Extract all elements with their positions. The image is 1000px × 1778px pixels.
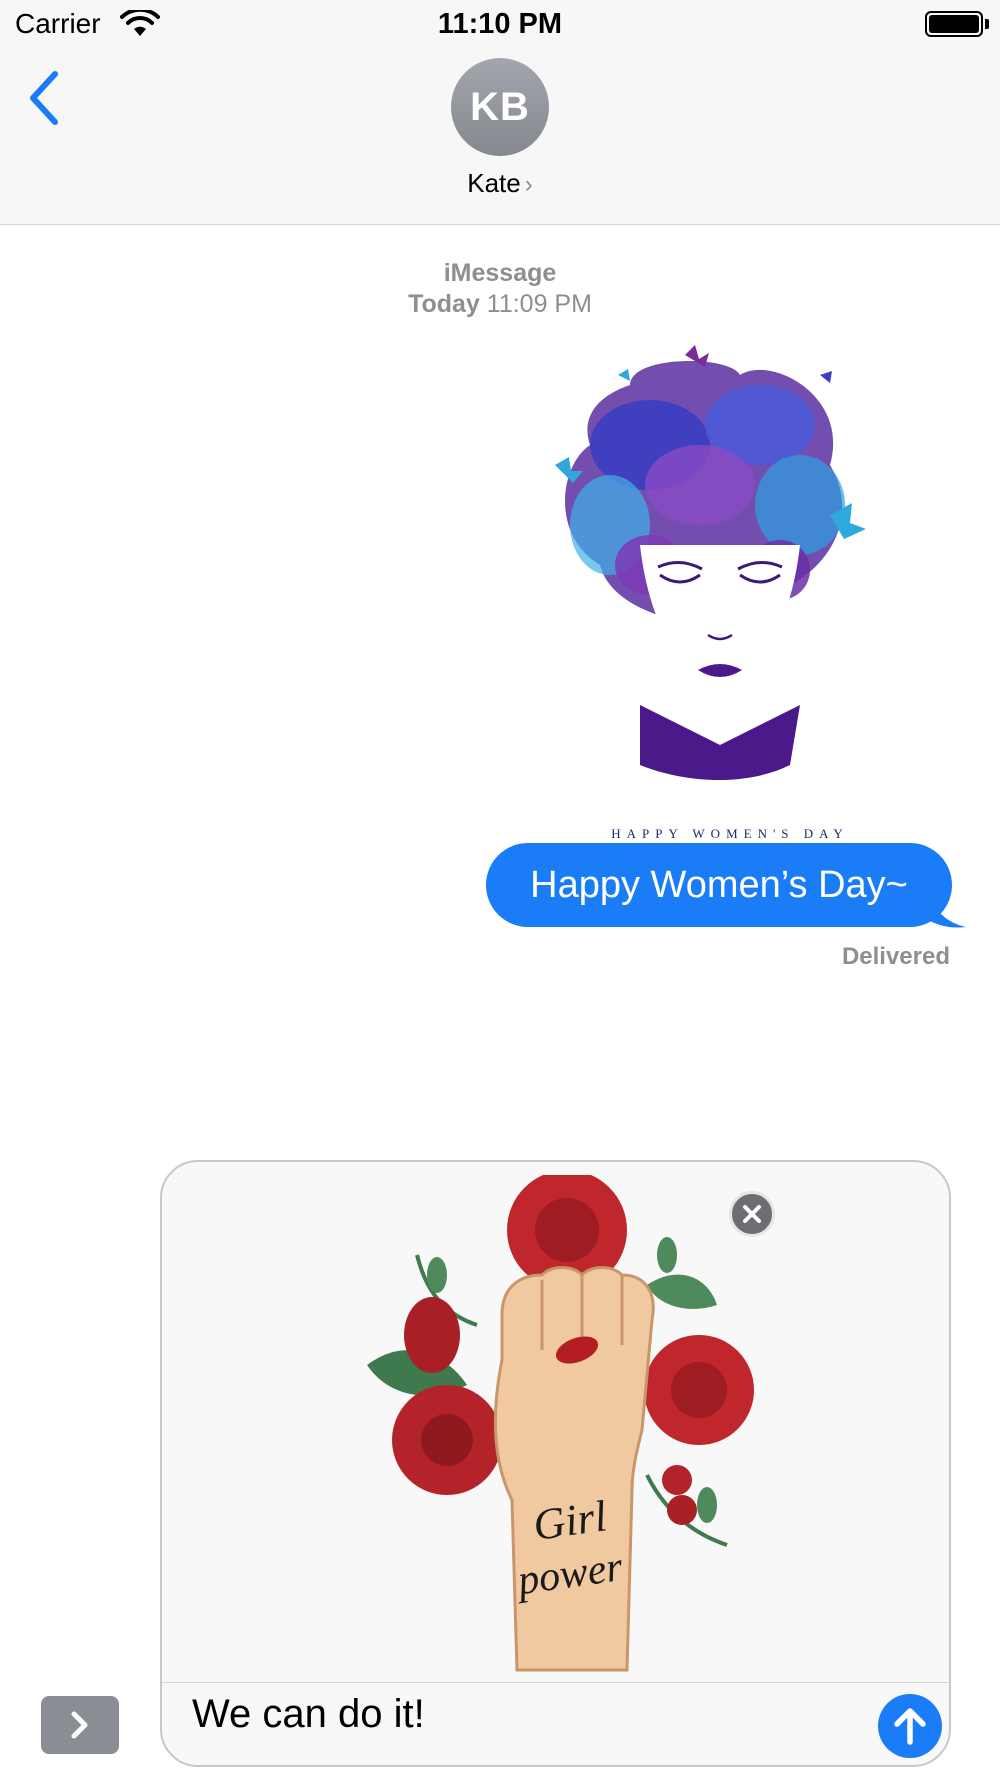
tattoo-line1: Girl xyxy=(530,1491,609,1550)
back-button[interactable] xyxy=(25,68,65,128)
timestamp-time: 11:09 PM xyxy=(486,290,592,318)
close-icon xyxy=(743,1205,761,1223)
chevron-right-icon xyxy=(71,1711,88,1739)
bubble-tail xyxy=(930,895,966,928)
status-time: 11:10 PM xyxy=(437,8,563,40)
sticker-caption: HAPPY WOMEN'S DAY xyxy=(611,826,849,841)
neck-shape xyxy=(640,705,800,780)
message-timestamp: Today 11:09 PM xyxy=(0,290,1000,319)
contact-name: Kate xyxy=(467,168,521,198)
avatar[interactable]: KB xyxy=(451,58,549,156)
compose-divider xyxy=(162,1682,949,1683)
message-text: Happy Women’s Day~ xyxy=(530,863,908,906)
timestamp-day: Today xyxy=(408,290,480,318)
compose-box[interactable]: Girl power We can do it! xyxy=(160,1160,951,1767)
contact-name-button[interactable]: Kate › xyxy=(0,168,1000,199)
send-button[interactable] xyxy=(878,1694,942,1758)
raised-fist xyxy=(493,1266,655,1672)
apps-button[interactable] xyxy=(41,1696,119,1754)
arrow-up-icon xyxy=(894,1708,926,1745)
sticker-girl-power[interactable]: Girl power xyxy=(347,1175,767,1675)
sticker-womens-day[interactable] xyxy=(530,335,910,845)
message-input[interactable]: We can do it! xyxy=(192,1692,425,1737)
delivery-status: Delivered xyxy=(841,943,950,970)
chevron-right-icon: › xyxy=(524,171,533,198)
service-label: iMessage xyxy=(443,259,557,287)
status-bar: Carrier 11:10 PM xyxy=(0,0,1000,50)
battery-icon xyxy=(925,11,989,37)
sent-message-bubble[interactable]: Happy Women’s Day~ xyxy=(486,843,952,927)
conversation-header: Carrier 11:10 PM KB Kate › xyxy=(0,0,1000,225)
remove-sticker-button[interactable] xyxy=(729,1191,775,1237)
face xyxy=(640,545,800,690)
